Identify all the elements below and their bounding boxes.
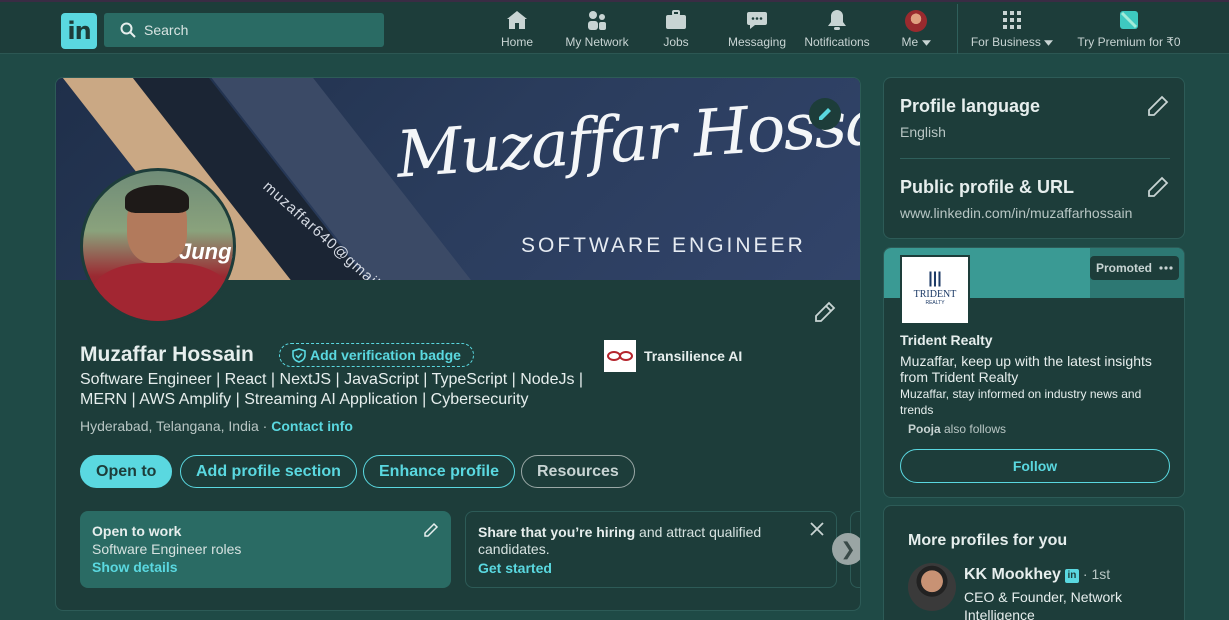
nav-home[interactable]: Home [493,8,541,52]
resources-button[interactable]: Resources [521,455,635,488]
edit-url-pencil-icon[interactable] [1146,175,1170,199]
premium-icon [1120,11,1138,29]
add-verification-badge-button[interactable]: Add verification badge [279,343,474,367]
company-name: Transilience AI [644,348,743,364]
network-icon [588,11,606,30]
suggested-profile-role: CEO & Founder, Network Intelligence [964,589,1122,620]
edit-intro-pencil-icon[interactable] [813,300,837,324]
nav-me-label: Me [901,35,919,49]
search-icon [120,22,136,38]
caret-down-icon [1044,40,1054,46]
close-icon[interactable] [810,522,824,536]
carousel-next-button[interactable]: ❯ [832,533,860,565]
grid-icon [1003,11,1021,29]
nav-for-business-label: For Business [970,35,1041,49]
trident-realty-logo[interactable]: ||| TRIDENT REALTY [900,255,970,325]
caret-down-icon [921,40,931,46]
bell-icon [828,10,846,30]
contact-info-link[interactable]: Contact info [271,418,353,434]
linkedin-icon: in [1064,569,1079,583]
open-to-work-title: Open to work [92,523,182,539]
nav-messaging[interactable]: Messaging [724,8,790,52]
message-icon [747,12,767,29]
profile-card: muzaffar640@gmail.com Muzaffar Hossain S… [55,77,861,611]
follow-button[interactable]: Follow [900,449,1170,483]
top-navigation: in Home My Network Jobs Messaging [0,0,1229,54]
open-to-button[interactable]: Open to [80,455,173,488]
promoted-tag[interactable]: Promoted [1090,256,1180,280]
company-logo [604,340,636,372]
profile-headline: Software Engineer | React | NextJS | Jav… [80,371,584,408]
add-profile-section-button[interactable]: Add profile section [180,455,357,488]
home-icon [507,11,527,29]
profile-language-value: English [900,124,946,140]
connection-degree: · 1st [1082,566,1111,582]
avatar [905,10,927,32]
nav-try-premium-label: Try Premium for ₹0 [1077,35,1181,49]
nav-my-network[interactable]: My Network [560,8,634,52]
public-profile-url: www.linkedin.com/in/muzaffarhossain [900,205,1133,221]
linkedin-logo[interactable]: in [61,13,97,49]
nav-notifications[interactable]: Notifications [798,8,876,52]
more-profiles-title: More profiles for you [908,532,1068,549]
promo-headline: Muzaffar, keep up with the latest insigh… [900,353,1152,385]
more-options-icon[interactable] [1159,266,1173,270]
profile-settings-card: Profile language English Public profile … [883,77,1185,239]
nav-my-network-label: My Network [565,35,629,49]
nav-me[interactable]: Me [894,8,938,52]
nav-home-label: Home [500,35,533,49]
nav-jobs-label: Jobs [663,35,689,49]
location-text: Hyderabad, Telangana, India [80,418,259,434]
pencil-icon[interactable] [423,522,439,538]
nav-divider [957,4,958,54]
banner-title: SOFTWARE ENGINEER [521,234,806,257]
nav-notifications-label: Notifications [804,35,870,49]
nav-jobs[interactable]: Jobs [652,8,700,52]
promo-company-name[interactable]: Trident Realty [900,332,993,348]
avatar[interactable] [908,563,956,611]
public-profile-title: Public profile & URL [900,177,1075,197]
get-started-link[interactable]: Get started [478,560,824,576]
enhance-profile-button[interactable]: Enhance profile [363,455,516,488]
divider [900,158,1170,159]
profile-name: Muzaffar Hossain [80,343,254,366]
banner-signature: Muzaffar Hossain [394,81,861,193]
mutual-follower: Pooja also follows [908,422,1007,436]
open-to-work-card[interactable]: Open to work Software Engineer roles Sho… [80,511,451,588]
nav-try-premium[interactable]: Try Premium for ₹0 [1070,8,1188,52]
edit-banner-button[interactable] [809,98,841,130]
open-to-work-roles: Software Engineer roles [92,541,242,557]
profile-language-title: Profile language [900,96,1041,116]
hiring-bold-text: Share that you’re hiring [478,524,636,540]
verification-label: Add verification badge [310,347,461,363]
nav-messaging-label: Messaging [727,35,787,49]
show-details-link[interactable]: Show details [92,559,439,575]
hiring-card: Share that you’re hiring and attract qua… [465,511,837,588]
photo-sign-text: Jungle [179,239,233,264]
promoted-ad-card: ||| TRIDENT REALTY Promoted Trident Real… [883,247,1185,498]
promoted-label: Promoted [1096,261,1153,275]
search-bar[interactable] [104,13,384,47]
suggested-profile-name[interactable]: KK Mookhey in · 1st [964,566,1110,584]
profile-photo[interactable]: Jungle [80,168,236,324]
promo-description: Muzaffar, stay informed on industry news… [900,387,1142,417]
profile-location-line: Hyderabad, Telangana, India · Contact in… [80,418,353,434]
shield-check-icon [292,348,306,363]
search-input[interactable] [144,13,374,47]
nav-for-business[interactable]: For Business [966,8,1058,52]
more-profiles-card: More profiles for you KK Mookhey in · 1st … [883,505,1185,620]
pencil-icon [819,108,831,120]
current-company[interactable]: Transilience AI [604,340,742,372]
briefcase-icon [666,10,686,29]
edit-language-pencil-icon[interactable] [1146,94,1170,118]
